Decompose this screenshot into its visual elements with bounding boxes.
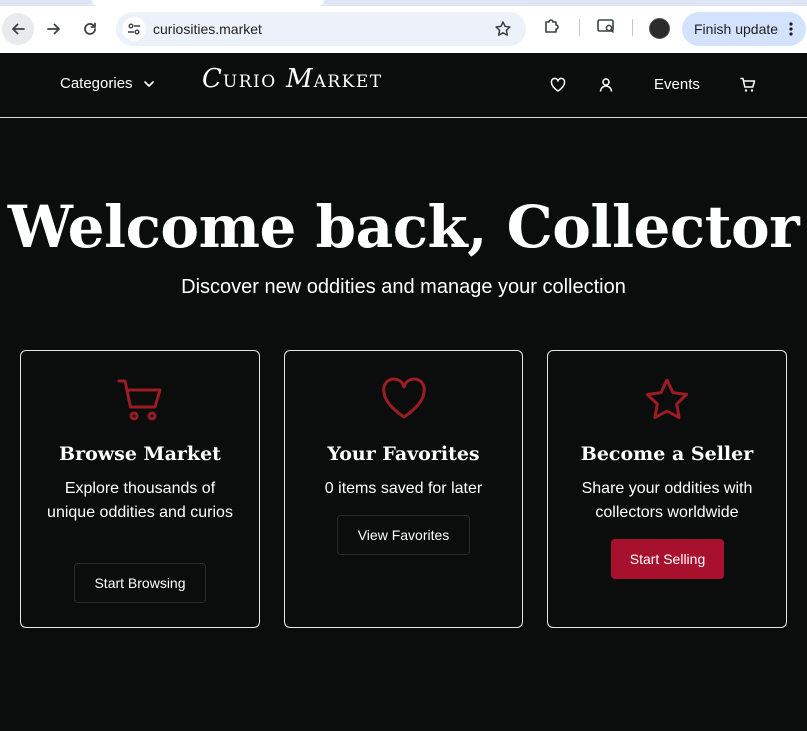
events-link[interactable]: Events xyxy=(654,76,700,93)
card-title: Your Favorites xyxy=(327,443,480,465)
heart-icon[interactable] xyxy=(550,77,566,93)
forward-button[interactable] xyxy=(38,13,70,45)
address-bar[interactable]: curiosities.market xyxy=(116,12,526,46)
cast-search-icon[interactable] xyxy=(596,16,616,36)
cart-icon[interactable] xyxy=(740,77,756,93)
arrow-left-icon xyxy=(12,23,25,35)
categories-menu[interactable]: Categories xyxy=(60,75,155,92)
back-button[interactable] xyxy=(2,13,34,45)
site-info-button[interactable] xyxy=(122,17,146,41)
tab-strip xyxy=(0,0,807,6)
start-selling-button[interactable]: Start Selling xyxy=(611,539,724,579)
toolbar-divider xyxy=(579,19,580,36)
bookmark-star-icon[interactable] xyxy=(494,20,512,38)
arrow-right-icon xyxy=(47,23,60,35)
tune-icon xyxy=(128,23,140,35)
logo-letter: M xyxy=(285,64,314,94)
site-logo[interactable]: CURIO MARKET xyxy=(202,64,383,94)
toolbar-divider xyxy=(632,19,633,36)
start-browsing-button[interactable]: Start Browsing xyxy=(74,563,206,603)
site-header: Categories CURIO MARKET Events xyxy=(0,53,807,118)
card-title: Browse Market xyxy=(59,443,221,465)
chevron-down-icon xyxy=(143,80,154,87)
user-icon[interactable] xyxy=(598,77,614,93)
logo-text: ARKET xyxy=(313,72,383,92)
star-icon xyxy=(645,378,689,420)
profile-avatar[interactable] xyxy=(649,18,670,39)
card-description: Explore thousands of unique oddities and… xyxy=(47,480,233,521)
active-tab[interactable] xyxy=(92,0,324,6)
reload-button[interactable] xyxy=(74,13,106,45)
card-description: 0 items saved for later xyxy=(324,480,483,497)
card-your-favorites: Your Favorites 0 items saved for later V… xyxy=(284,350,523,628)
heart-icon xyxy=(381,377,426,419)
cart-icon xyxy=(117,379,162,421)
logo-letter: C xyxy=(202,64,223,94)
page-subtitle: Discover new oddities and manage your co… xyxy=(181,276,626,298)
browser-toolbar: curiosities.market Finish update xyxy=(0,0,807,53)
card-become-a-seller: Become a Seller Share your oddities with… xyxy=(547,350,787,628)
page-title: Welcome back, Collector xyxy=(7,193,800,261)
reload-icon xyxy=(84,22,96,35)
view-favorites-button[interactable]: View Favorites xyxy=(337,515,470,555)
logo-text: URIO xyxy=(222,72,277,92)
more-vertical-icon xyxy=(789,22,793,36)
card-description: Share your oddities with collectors worl… xyxy=(581,480,753,521)
card-browse-market: Browse Market Explore thousands of uniqu… xyxy=(20,350,260,628)
categories-label: Categories xyxy=(60,75,133,92)
url-text[interactable]: curiosities.market xyxy=(153,21,262,37)
finish-update-label: Finish update xyxy=(694,21,779,37)
extensions-icon[interactable] xyxy=(542,16,562,36)
finish-update-button[interactable]: Finish update xyxy=(682,12,806,46)
card-title: Become a Seller xyxy=(580,443,754,465)
